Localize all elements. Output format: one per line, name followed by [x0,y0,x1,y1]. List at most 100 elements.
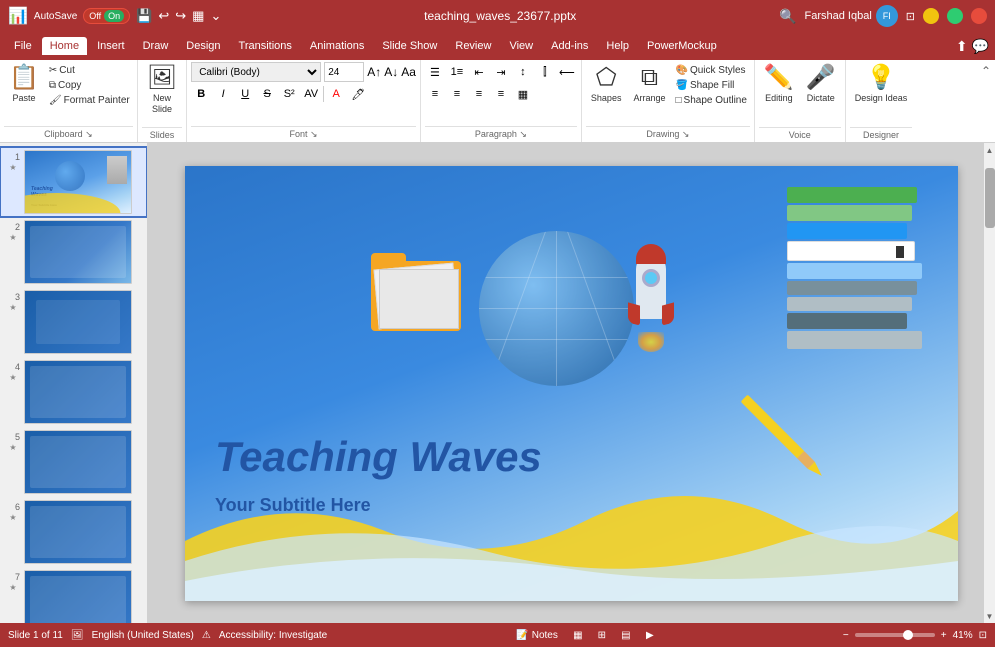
slides-label: Slides [142,127,182,142]
paste-button[interactable]: 📋 Paste [4,62,44,107]
scroll-track[interactable] [984,157,995,609]
zoom-thumb[interactable] [903,630,913,640]
line-spacing-button[interactable]: ↕ [513,62,533,82]
new-slide-label: NewSlide [152,93,172,115]
columns-button[interactable]: ⫿ [535,62,555,82]
align-center-button[interactable]: ≡ [447,84,467,104]
slide-num-2: 2 [6,220,20,232]
increase-font-btn[interactable]: A↑ [367,65,381,79]
bold-button[interactable]: B [191,84,211,104]
zoom-out-btn[interactable]: − [843,630,849,641]
minimize-button[interactable] [923,8,939,24]
redo-btn[interactable]: ↪ [175,8,186,24]
menu-help[interactable]: Help [598,37,637,55]
cut-button[interactable]: ✂Cut [46,64,133,77]
ribbon-collapse-arrow[interactable]: ⌃ [981,64,991,78]
more-icon[interactable]: ⌄ [210,8,221,24]
strikethrough-button[interactable]: S [257,84,277,104]
menu-insert[interactable]: Insert [89,37,133,55]
search-icon[interactable]: 🔍 [779,8,796,25]
undo-btn[interactable]: ↩ [158,8,169,24]
underline-button[interactable]: U [235,84,255,104]
fit-to-window-btn[interactable]: ⊡ [979,630,987,641]
scroll-up-arrow[interactable]: ▲ [984,143,995,157]
slide-thumb-2[interactable]: 2 ★ [0,217,147,287]
slide-icon[interactable]: 🖼 [71,630,84,641]
zoom-slider[interactable] [855,633,935,637]
menu-review[interactable]: Review [447,37,499,55]
text-direction-button[interactable]: ⟵ [557,62,577,82]
menu-slideshow[interactable]: Slide Show [374,37,445,55]
shadow-button[interactable]: S² [279,84,299,104]
align-right-button[interactable]: ≡ [469,84,489,104]
vertical-scrollbar[interactable]: ▲ ▼ [983,143,995,623]
menu-view[interactable]: View [501,37,541,55]
slide-thumb-5[interactable]: 5 ★ [0,427,147,497]
increase-indent-button[interactable]: ⇥ [491,62,511,82]
menu-powermockup[interactable]: PowerMockup [639,37,725,55]
slide-subtitle[interactable]: Your Subtitle Here [215,495,371,516]
font-name-select[interactable]: Calibri (Body) [191,62,321,82]
slide-title[interactable]: Teaching Waves [215,433,542,481]
slide-thumb-1[interactable]: 1 ★ TeachingWaves Your Subtitle Here [0,147,147,217]
copy-button[interactable]: ⧉Copy [46,79,133,92]
present-icon[interactable]: ▦ [192,8,204,24]
text-highlight-button[interactable]: 🖊 [348,84,368,104]
menu-design[interactable]: Design [178,37,228,55]
align-left-button[interactable]: ≡ [425,84,445,104]
format-painter-button[interactable]: 🖌Format Painter [46,94,133,107]
accessibility-label[interactable]: Accessibility: Investigate [219,630,327,641]
editing-button[interactable]: ✏️ Editing [759,62,799,107]
slide-thumb-6[interactable]: 6 ★ [0,497,147,567]
autosave-toggle[interactable]: Off On [83,8,130,24]
menu-transitions[interactable]: Transitions [231,37,300,55]
close-button[interactable] [971,8,987,24]
menu-draw[interactable]: Draw [135,37,177,55]
slide-sorter-button[interactable]: ⊞ [593,626,611,644]
notes-button[interactable]: 📝 Notes [511,628,563,643]
decrease-font-btn[interactable]: A↓ [384,65,398,79]
char-spacing-button[interactable]: AV [301,84,321,104]
slide-canvas-area[interactable]: Teaching Waves Your Subtitle Here ▲ ▼ [148,143,995,623]
bullets-button[interactable]: ☰ [425,62,445,82]
slide-thumb-7[interactable]: 7 ★ [0,567,147,623]
smart-art-button[interactable]: ▦ [513,84,533,104]
status-left: Slide 1 of 11 🖼 English (United States) … [8,630,327,641]
shapes-button[interactable]: ⬠ Shapes [586,62,627,107]
dictate-button[interactable]: 🎤 Dictate [801,62,841,107]
shape-fill-button[interactable]: 🪣Shape Fill [672,79,749,92]
ribbon-group-voice: ✏️ Editing 🎤 Dictate Voice [755,60,846,142]
ribbon-collapse-icon[interactable]: ⊡ [906,10,915,23]
italic-button[interactable]: I [213,84,233,104]
normal-view-button[interactable]: ▦ [569,626,587,644]
new-slide-button[interactable]: 🖼 NewSlide [142,62,182,118]
comment-icon[interactable]: 💬 [972,38,989,55]
font-size-input[interactable] [324,62,364,82]
menu-home[interactable]: Home [42,37,87,55]
font-color-button[interactable]: A [326,84,346,104]
maximize-button[interactable] [947,8,963,24]
slide-show-button[interactable]: ▶ [641,626,659,644]
justify-button[interactable]: ≡ [491,84,511,104]
quick-styles-button[interactable]: 🎨Quick Styles [672,64,749,77]
slide-thumb-3[interactable]: 3 ★ [0,287,147,357]
zoom-in-btn[interactable]: + [941,630,947,641]
slide-thumb-4[interactable]: 4 ★ [0,357,147,427]
scroll-thumb[interactable] [985,168,995,228]
arrange-button[interactable]: ⧉ Arrange [628,62,670,107]
share-icon[interactable]: ⬆ [956,38,968,55]
menu-animations[interactable]: Animations [302,37,372,55]
paragraph-label: Paragraph ↘ [425,126,577,142]
shape-outline-button[interactable]: □Shape Outline [672,94,749,107]
reading-view-button[interactable]: ▤ [617,626,635,644]
save-icon[interactable]: 💾 [136,8,152,24]
design-ideas-button[interactable]: 💡 Design Ideas [850,62,913,107]
menu-addins[interactable]: Add-ins [543,37,596,55]
clear-format-btn[interactable]: Aa [401,65,416,79]
numbering-button[interactable]: 1≡ [447,62,467,82]
status-bar: Slide 1 of 11 🖼 English (United States) … [0,623,995,647]
status-right: − + 41% ⊡ [843,630,987,641]
scroll-down-arrow[interactable]: ▼ [984,609,995,623]
decrease-indent-button[interactable]: ⇤ [469,62,489,82]
menu-file[interactable]: File [6,37,40,55]
